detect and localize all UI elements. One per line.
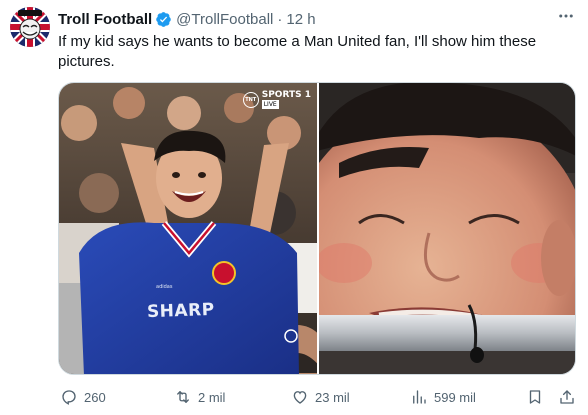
tweet-header: Troll Football @TrollFootball · 12 h (58, 9, 316, 29)
tweet-media[interactable]: TNT SPORTS 1 LIVE adidas SHARP (58, 82, 576, 375)
views-button[interactable]: 599 mil (410, 388, 476, 406)
views-icon (413, 390, 426, 404)
verified-icon (155, 11, 172, 28)
like-button[interactable]: 23 mil (291, 388, 350, 406)
share-button[interactable] (558, 388, 576, 406)
retweet-button[interactable]: 2 mil (174, 388, 225, 406)
views-count: 599 mil (434, 389, 476, 405)
account-name[interactable]: Troll Football (58, 11, 152, 28)
tweet-actions: 260 2 mil 23 mil 599 mil (58, 384, 576, 410)
tnt-badge: TNT (242, 92, 259, 108)
share-icon (560, 390, 574, 404)
retweet-count: 2 mil (198, 389, 226, 405)
tweet-time[interactable]: 12 h (286, 11, 315, 28)
avatar[interactable] (10, 7, 50, 47)
live-label: LIVE (261, 100, 279, 109)
jersey-brand: adidas (156, 284, 173, 290)
retweet-icon (177, 391, 189, 403)
bookmark-icon (529, 390, 541, 404)
tweet-text: If my kid says he wants to become a Man … (58, 33, 537, 70)
reply-icon (62, 390, 76, 405)
jersey-sponsor: SHARP (146, 299, 216, 323)
reply-count: 260 (84, 389, 106, 405)
like-icon (293, 391, 307, 404)
photo-crying-fan[interactable] (319, 83, 575, 374)
photo-happy-fan[interactable]: TNT SPORTS 1 LIVE adidas SHARP (59, 83, 319, 374)
reply-button[interactable]: 260 (60, 388, 106, 406)
account-handle[interactable]: @TrollFootball (176, 11, 273, 28)
broadcaster-logo: TNT SPORTS 1 LIVE (242, 90, 311, 109)
bookmark-button[interactable] (526, 388, 544, 406)
broadcaster-name: SPORTS 1 (261, 90, 311, 100)
like-count: 23 mil (315, 389, 350, 405)
tweet[interactable]: Troll Football @TrollFootball · 12 h If … (0, 0, 588, 415)
separator-dot: · (277, 10, 283, 28)
more-icon[interactable] (554, 6, 578, 26)
